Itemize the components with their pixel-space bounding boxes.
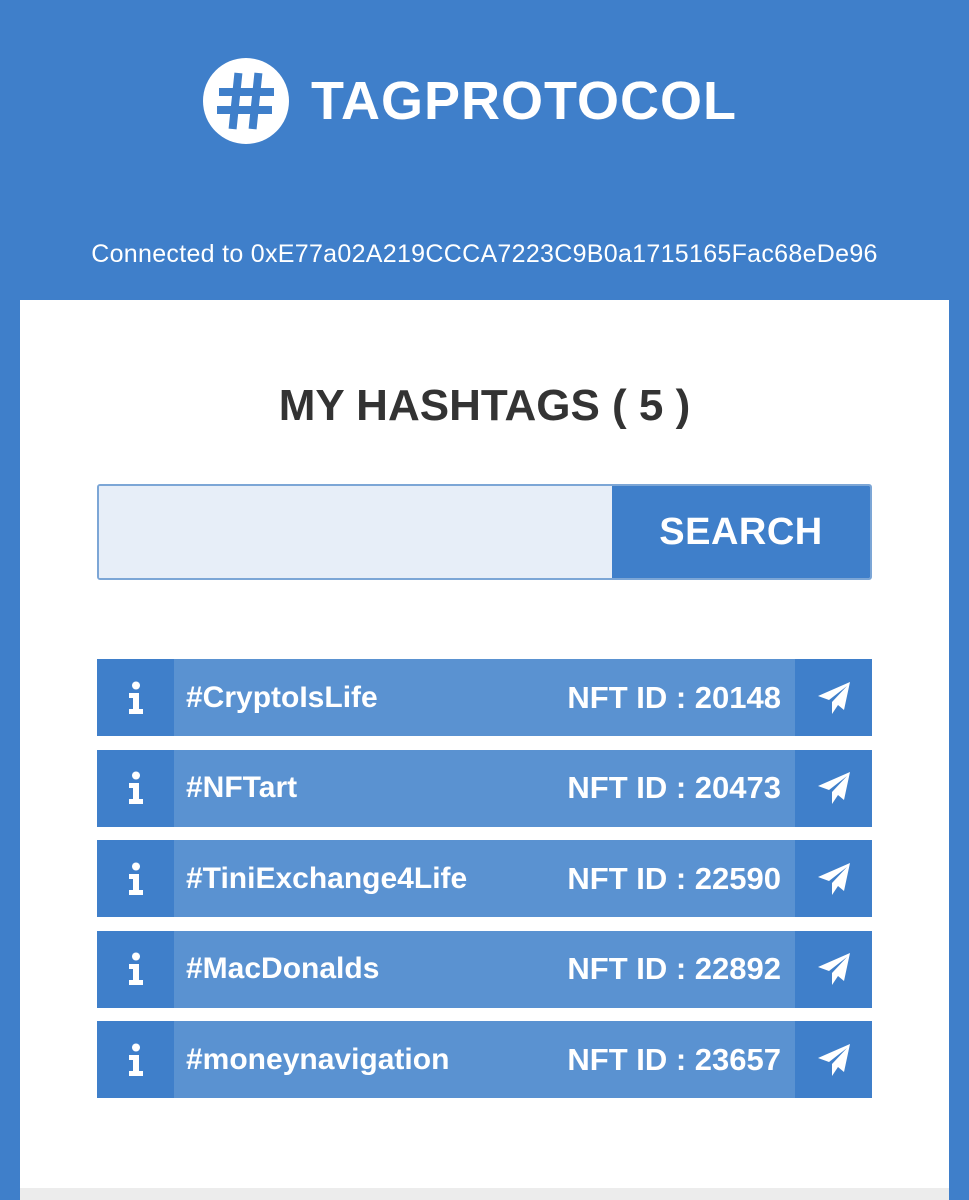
- paper-plane-icon[interactable]: [795, 749, 872, 827]
- hashtag-details: #MacDonalds NFT ID : 22892: [174, 931, 795, 1008]
- main-panel: MY HASHTAGS ( 5 ) SEARCH #CryptoIsLife N…: [20, 300, 949, 1200]
- panel-footer-divider: [20, 1188, 949, 1200]
- nft-id: NFT ID : 20148: [567, 679, 781, 715]
- paper-plane-icon[interactable]: [795, 659, 872, 736]
- info-icon[interactable]: [97, 840, 174, 917]
- hashtag-name: #TiniExchange4Life: [186, 861, 468, 895]
- paper-plane-icon[interactable]: [795, 930, 872, 1008]
- nft-id: NFT ID : 23657: [567, 1041, 781, 1077]
- nft-id: NFT ID : 22892: [567, 951, 781, 986]
- hashtag-details: #moneynavigation NFT ID : 23657: [174, 1021, 795, 1098]
- hashtag-row: #NFTart NFT ID : 20473: [97, 749, 872, 827]
- hashtag-details: #CryptoIsLife NFT ID : 20148: [174, 659, 795, 736]
- brand-name: TAGPROTOCOL: [311, 71, 737, 131]
- nft-id: NFT ID : 20473: [567, 770, 781, 805]
- paper-plane-icon[interactable]: [795, 1021, 872, 1098]
- hashtag-list: #CryptoIsLife NFT ID : 20148 #NFTart NFT…: [97, 659, 872, 1098]
- hashtag-details: #NFTart NFT ID : 20473: [174, 750, 795, 827]
- page-title: MY HASHTAGS ( 5 ): [278, 381, 691, 430]
- info-icon[interactable]: [97, 659, 174, 736]
- wallet-connection-status: Connected to 0xE77a02A219CCCA7223C9B0a17…: [91, 240, 878, 268]
- search-button[interactable]: SEARCH: [612, 486, 870, 578]
- hashtag-details: #TiniExchange4Life NFT ID : 22590: [174, 840, 795, 917]
- nft-id: NFT ID : 22590: [567, 860, 781, 896]
- tagprotocol-logo[interactable]: TAGPROTOCOL: [203, 58, 737, 144]
- hashtag-name: #NFTart: [186, 771, 298, 804]
- search-bar: SEARCH: [97, 484, 872, 580]
- hashtag-row: #moneynavigation NFT ID : 23657: [97, 1021, 872, 1098]
- hashtag-row: #MacDonalds NFT ID : 22892: [97, 930, 872, 1008]
- hashtag-name: #CryptoIsLife: [186, 680, 378, 714]
- info-icon[interactable]: [97, 1021, 174, 1098]
- hashtag-name: #MacDonalds: [186, 952, 380, 985]
- hash-icon: [203, 58, 289, 144]
- hashtag-row: #CryptoIsLife NFT ID : 20148: [97, 659, 872, 736]
- app-header: TAGPROTOCOL Connected to 0xE77a02A219CCC…: [0, 0, 969, 300]
- paper-plane-icon[interactable]: [795, 840, 872, 917]
- info-icon[interactable]: [97, 749, 174, 827]
- hashtag-row: #TiniExchange4Life NFT ID : 22590: [97, 840, 872, 917]
- info-icon[interactable]: [97, 930, 174, 1008]
- search-input[interactable]: [99, 486, 612, 578]
- hashtag-name: #moneynavigation: [186, 1042, 450, 1076]
